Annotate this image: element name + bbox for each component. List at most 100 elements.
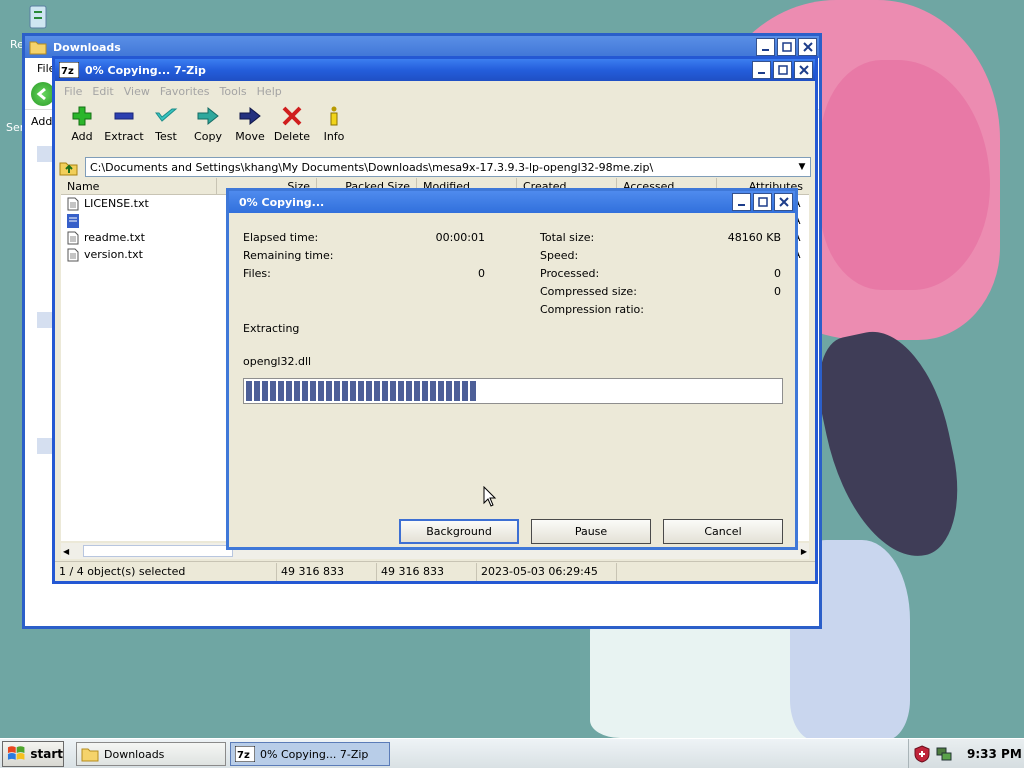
info-label: Info bbox=[323, 130, 345, 143]
clock: 9:33 PM bbox=[967, 747, 1022, 761]
delete-icon bbox=[282, 106, 302, 126]
folder-icon bbox=[81, 748, 99, 762]
move-button[interactable]: Move bbox=[229, 101, 271, 155]
wallpaper-shape bbox=[807, 320, 973, 570]
path-bar: C:\Documents and Settings\khang\My Docum… bbox=[55, 155, 815, 179]
system-tray: 9:33 PM bbox=[908, 739, 1024, 768]
status-selected: 1 / 4 object(s) selected bbox=[55, 562, 277, 581]
pause-button[interactable]: Pause bbox=[531, 519, 651, 544]
move-label: Move bbox=[235, 130, 265, 143]
file-name: version.txt bbox=[84, 248, 143, 261]
remaining-label: Remaining time: bbox=[243, 249, 334, 262]
total-size-label: Total size: bbox=[540, 231, 595, 244]
sevenzip-title-bar[interactable]: 7z 0% Copying... 7-Zip bbox=[55, 59, 815, 81]
toolbar: Add Extract Test Copy Move Delete Info bbox=[55, 101, 815, 155]
background-button[interactable]: Background bbox=[399, 519, 519, 544]
dll-file-icon bbox=[67, 213, 79, 228]
close-button[interactable] bbox=[798, 38, 817, 56]
chevron-down-icon[interactable]: ▼ bbox=[794, 158, 810, 176]
processed-label: Processed: bbox=[540, 267, 600, 280]
compressed-size-value: 0 bbox=[774, 285, 781, 298]
dialog-title-bar[interactable]: 0% Copying... bbox=[229, 191, 795, 213]
menu-help[interactable]: Help bbox=[252, 85, 287, 98]
status-size: 49 316 833 bbox=[277, 562, 377, 581]
text-file-icon bbox=[67, 231, 79, 244]
status-date: 2023-05-03 06:29:45 bbox=[477, 562, 617, 581]
progress-bar bbox=[243, 378, 783, 404]
downloads-title-bar[interactable]: Downloads bbox=[25, 36, 819, 58]
task-pane bbox=[37, 146, 53, 616]
delete-button[interactable]: Delete bbox=[271, 101, 313, 155]
test-label: Test bbox=[155, 130, 177, 143]
close-button[interactable] bbox=[794, 61, 813, 79]
cancel-button[interactable]: Cancel bbox=[663, 519, 783, 544]
file-name: LICENSE.txt bbox=[84, 197, 149, 210]
copy-button[interactable]: Copy bbox=[187, 101, 229, 155]
test-icon bbox=[155, 108, 178, 122]
operation-label: Extracting bbox=[243, 322, 300, 335]
files-label: Files: bbox=[243, 267, 271, 280]
compression-ratio-label: Compression ratio: bbox=[540, 303, 644, 316]
window-title: Downloads bbox=[53, 40, 121, 54]
start-label: start bbox=[30, 746, 63, 761]
current-file-label: opengl32.dll bbox=[243, 355, 312, 368]
path-input[interactable]: C:\Documents and Settings\khang\My Docum… bbox=[85, 157, 811, 177]
copy-label: Copy bbox=[194, 130, 222, 143]
taskbar-item-label: Downloads bbox=[104, 747, 165, 761]
taskbar-item-label: 0% Copying... 7-Zip bbox=[260, 747, 369, 761]
maximize-button[interactable] bbox=[773, 61, 792, 79]
extract-button[interactable]: Extract bbox=[103, 101, 145, 155]
column-name[interactable]: Name bbox=[61, 178, 217, 195]
add-label: Add bbox=[71, 130, 93, 143]
maximize-button[interactable] bbox=[753, 193, 772, 211]
scroll-right-icon[interactable]: ▶ bbox=[801, 547, 807, 556]
folder-icon bbox=[29, 41, 47, 55]
cancel-button-label: Cancel bbox=[704, 525, 742, 538]
close-button[interactable] bbox=[774, 193, 793, 211]
copying-dialog[interactable]: 0% Copying... Elapsed time: 00:00:01 Rem… bbox=[226, 188, 798, 550]
minimize-button[interactable] bbox=[752, 61, 771, 79]
menu-edit[interactable]: Edit bbox=[87, 85, 118, 98]
minimize-button[interactable] bbox=[756, 38, 775, 56]
extract-icon bbox=[114, 112, 134, 120]
recycle-bin-icon[interactable] bbox=[22, 2, 56, 32]
sevenzip-logo-icon: 7z bbox=[59, 62, 79, 78]
folder-up-icon[interactable] bbox=[59, 157, 79, 177]
security-shield-icon[interactable] bbox=[913, 745, 931, 763]
total-size-value: 48160 KB bbox=[727, 231, 781, 244]
maximize-button[interactable] bbox=[777, 38, 796, 56]
scrollbar-thumb[interactable] bbox=[83, 545, 234, 557]
network-icon[interactable] bbox=[935, 745, 953, 763]
info-button[interactable]: Info bbox=[313, 101, 355, 155]
files-value: 0 bbox=[478, 267, 485, 280]
scroll-left-icon[interactable]: ◀ bbox=[63, 547, 69, 556]
dialog-title: 0% Copying... bbox=[239, 195, 325, 209]
info-icon bbox=[330, 106, 338, 126]
taskbar-item-sevenzip[interactable]: 7z 0% Copying... 7-Zip bbox=[230, 742, 390, 766]
elapsed-value: 00:00:01 bbox=[435, 231, 485, 244]
copy-icon bbox=[197, 106, 219, 126]
taskbar-item-downloads[interactable]: Downloads bbox=[76, 742, 226, 766]
minimize-button[interactable] bbox=[732, 193, 751, 211]
background-button-label: Background bbox=[426, 525, 492, 538]
pause-button-label: Pause bbox=[574, 525, 608, 538]
menu-tools[interactable]: Tools bbox=[215, 85, 252, 98]
menu-file[interactable]: File bbox=[59, 85, 87, 98]
move-icon bbox=[239, 106, 261, 126]
menu-favorites[interactable]: Favorites bbox=[155, 85, 215, 98]
status-bar: 1 / 4 object(s) selected 49 316 833 49 3… bbox=[55, 561, 815, 581]
windows-logo-icon bbox=[7, 745, 25, 760]
add-button[interactable]: Add bbox=[61, 101, 103, 155]
menu-view[interactable]: View bbox=[119, 85, 155, 98]
start-button[interactable]: start bbox=[2, 740, 64, 767]
test-button[interactable]: Test bbox=[145, 101, 187, 155]
menu-bar: File Edit View Favorites Tools Help bbox=[55, 81, 815, 101]
delete-label: Delete bbox=[273, 130, 311, 143]
processed-value: 0 bbox=[774, 267, 781, 280]
path-text: C:\Documents and Settings\khang\My Docum… bbox=[90, 160, 654, 174]
elapsed-label: Elapsed time: bbox=[243, 231, 319, 244]
svg-text:7z: 7z bbox=[61, 66, 74, 77]
text-file-icon bbox=[67, 248, 79, 261]
extract-label: Extract bbox=[104, 130, 144, 143]
text-file-icon bbox=[67, 197, 79, 210]
